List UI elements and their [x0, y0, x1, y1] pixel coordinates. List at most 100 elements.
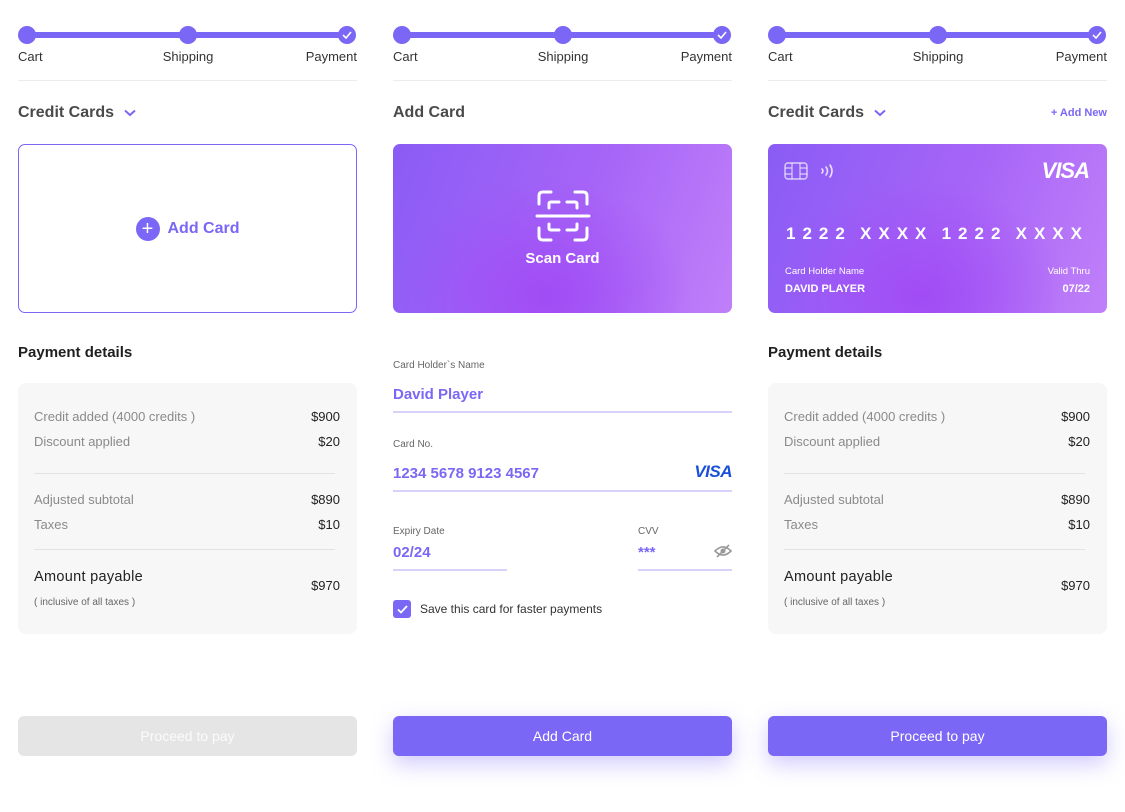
step-label-cart: Cart — [18, 49, 43, 64]
section-title: Credit Cards — [768, 104, 865, 121]
amount-payable-label: Amount payable — [784, 569, 893, 585]
row-value: $20 — [318, 434, 340, 449]
credit-card[interactable]: VISA 1222 XXXX 1222 XXXX Card Holder Nam… — [768, 144, 1107, 313]
row-value: $10 — [318, 517, 340, 532]
divider — [18, 80, 357, 81]
row-label: Discount applied — [34, 434, 131, 449]
row-label: Taxes — [34, 517, 68, 532]
row-divider — [34, 549, 335, 550]
chevron-down-icon — [874, 109, 886, 117]
payment-details-box: Credit added (4000 credits ) $900 Discou… — [768, 383, 1107, 634]
credit-cards-empty-panel: Cart Shipping Payment Credit Cards + Add… — [18, 0, 357, 812]
valid-thru-value: 07/22 — [1062, 283, 1090, 295]
cvv-label: CVV — [638, 526, 659, 537]
row-divider — [34, 473, 335, 474]
credit-cards-selected-panel: Cart Shipping Payment Credit Cards + Add… — [768, 0, 1107, 812]
step-dot-shipping[interactable] — [179, 26, 197, 44]
add-card-button[interactable]: Add Card — [393, 716, 732, 756]
section-title: Credit Cards — [18, 104, 115, 121]
cvv-underline — [638, 569, 732, 571]
step-dot-payment[interactable] — [1088, 26, 1106, 44]
card-number-input[interactable]: 1234 5678 9123 4567 — [393, 465, 539, 482]
step-dot-payment[interactable] — [338, 26, 356, 44]
expiry-date-input[interactable]: 02/24 — [393, 544, 431, 561]
checkmark-icon — [717, 31, 727, 39]
checkout-stepper — [18, 26, 357, 46]
save-card-label: Save this card for faster payments — [420, 602, 603, 616]
card-holder-label: Card Holder Name — [785, 266, 865, 277]
row-value: $20 — [1068, 434, 1090, 449]
add-card-panel: Cart Shipping Payment Add Card Scan Card… — [393, 0, 732, 812]
step-dot-cart[interactable] — [393, 26, 411, 44]
scan-icon — [535, 190, 590, 242]
expiry-date-label: Expiry Date — [393, 526, 445, 537]
row-credit-added: Credit added (4000 credits ) $900 — [784, 409, 1090, 424]
step-label-cart: Cart — [768, 49, 793, 64]
add-card-box[interactable]: + Add Card — [18, 144, 357, 313]
scan-card-label: Scan Card — [525, 250, 600, 267]
chip-icon — [784, 162, 808, 180]
row-credit-added: Credit added (4000 credits ) $900 — [34, 409, 340, 424]
step-label-cart: Cart — [393, 49, 418, 64]
step-dot-shipping[interactable] — [554, 26, 572, 44]
holder-name-label: Card Holder`s Name — [393, 360, 485, 371]
proceed-to-pay-button[interactable]: Proceed to pay — [18, 716, 357, 756]
row-discount: Discount applied $20 — [34, 434, 340, 449]
row-label: Adjusted subtotal — [784, 492, 884, 507]
card-number-group: XXXX — [1015, 224, 1089, 243]
step-dot-cart[interactable] — [18, 26, 36, 44]
holder-name-input[interactable]: David Player — [393, 386, 483, 403]
amount-payable-value: $970 — [1061, 578, 1090, 593]
step-dot-payment[interactable] — [713, 26, 731, 44]
cvv-input[interactable]: *** — [638, 544, 656, 561]
step-label-payment: Payment — [1055, 49, 1107, 64]
row-value: $890 — [311, 492, 340, 507]
card-holder-value: DAVID PLAYER — [785, 283, 866, 295]
plus-icon: + — [135, 216, 160, 241]
card-number-group: 1222 — [941, 224, 1008, 243]
card-number-group: 1222 — [786, 224, 852, 243]
checkout-stepper — [393, 26, 732, 46]
row-divider — [784, 473, 1085, 474]
row-value: $890 — [1061, 492, 1090, 507]
row-value: $900 — [311, 409, 340, 424]
step-dot-shipping[interactable] — [929, 26, 947, 44]
add-new-link[interactable]: + Add New — [1051, 107, 1107, 119]
row-divider — [784, 549, 1085, 550]
row-label: Credit added (4000 credits ) — [34, 409, 196, 424]
amount-payable-value: $970 — [311, 578, 340, 593]
row-label: Taxes — [784, 517, 818, 532]
visa-logo-icon: VISA — [694, 462, 732, 481]
row-label: Adjusted subtotal — [34, 492, 134, 507]
row-adjusted-subtotal: Adjusted subtotal $890 — [784, 492, 1090, 507]
eye-off-icon[interactable] — [714, 543, 732, 559]
row-adjusted-subtotal: Adjusted subtotal $890 — [34, 492, 340, 507]
row-discount: Discount applied $20 — [784, 434, 1090, 449]
chevron-down-icon — [124, 109, 136, 117]
payment-details-title: Payment details — [18, 344, 133, 361]
credit-cards-dropdown[interactable]: Credit Cards — [18, 104, 136, 122]
holder-name-underline — [393, 411, 732, 413]
add-card-label: Add Card — [167, 219, 240, 237]
valid-thru-label: Valid Thru — [1047, 266, 1090, 277]
card-number-label: Card No. — [393, 439, 434, 450]
checkmark-icon — [342, 31, 352, 39]
step-label-shipping: Shipping — [537, 49, 589, 64]
row-value: $900 — [1061, 409, 1090, 424]
checkmark-icon — [1092, 31, 1102, 39]
step-dot-cart[interactable] — [768, 26, 786, 44]
checkout-stepper — [768, 26, 1107, 46]
row-taxes: Taxes $10 — [34, 517, 340, 532]
scan-card-button[interactable]: Scan Card — [393, 144, 732, 313]
step-label-payment: Payment — [680, 49, 732, 64]
expiry-underline — [393, 569, 507, 571]
divider — [393, 80, 732, 81]
step-label-shipping: Shipping — [912, 49, 964, 64]
row-value: $10 — [1068, 517, 1090, 532]
save-card-checkbox[interactable] — [393, 600, 411, 618]
row-label: Discount applied — [784, 434, 881, 449]
credit-cards-dropdown[interactable]: Credit Cards — [768, 104, 886, 122]
payment-details-title: Payment details — [768, 344, 883, 361]
visa-logo-icon: VISA — [1041, 158, 1090, 183]
proceed-to-pay-button[interactable]: Proceed to pay — [768, 716, 1107, 756]
